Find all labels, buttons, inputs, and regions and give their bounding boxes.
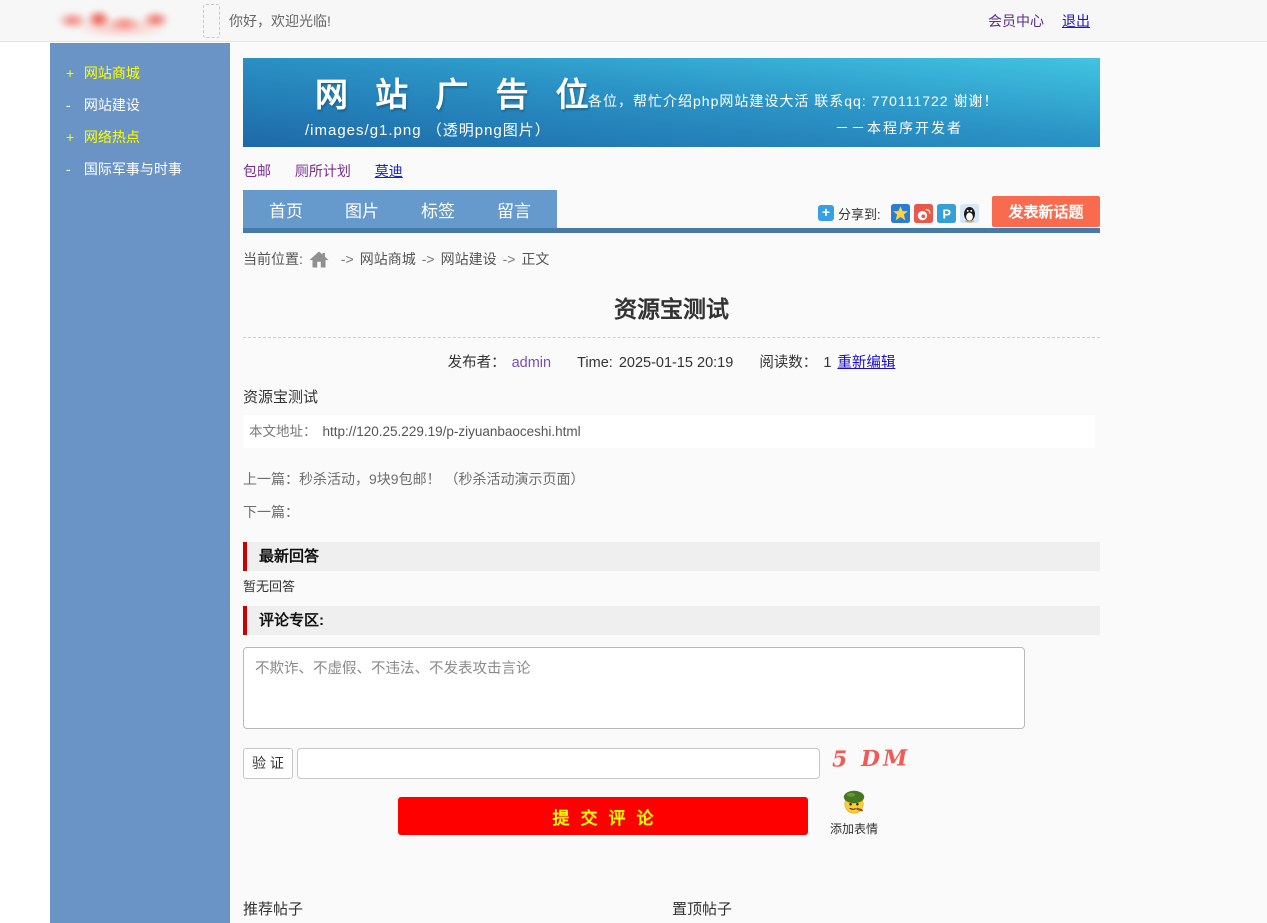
prev-post-link[interactable]: 秒杀活动，9块9包邮！ （秒杀活动演示页面） xyxy=(299,471,584,487)
welcome-text: 你好，欢迎光临! xyxy=(229,0,331,42)
ad-banner-subtitle: /images/g1.png （透明png图片） xyxy=(305,119,551,140)
tag-link-cesuojihua[interactable]: 厕所计划 xyxy=(295,163,351,179)
site-logo-redacted xyxy=(57,7,187,37)
breadcrumb-separator: -> xyxy=(503,251,516,267)
time-value: 2025-01-15 20:19 xyxy=(619,355,734,371)
article-url-label: 本文地址： xyxy=(249,424,317,439)
re-edit-link[interactable]: 重新编辑 xyxy=(837,355,895,371)
comment-zone-header: 评论专区: xyxy=(243,606,1100,635)
ad-banner-message: 各位，帮忙介绍php网站建设大活 联系qq: 770111722 谢谢！ xyxy=(588,91,999,111)
ad-banner-title: 网 站 广 告 位 xyxy=(315,68,598,116)
article-content: 资源宝测试 xyxy=(243,386,318,407)
page-title: 资源宝测试 xyxy=(243,290,1100,324)
breadcrumb-separator: -> xyxy=(422,251,435,267)
weibo-icon[interactable] xyxy=(914,204,933,223)
article-meta: 发布者： admin Time: 2025-01-15 20:19 阅读数： 1 重新编辑 xyxy=(243,351,1100,372)
ad-banner[interactable]: 网 站 广 告 位 /images/g1.png （透明png图片） 各位，帮忙… xyxy=(243,58,1100,147)
add-emoji-control[interactable]: 添加表情 xyxy=(824,789,884,837)
breadcrumb: 当前位置: -> 网站商城 -> 网站建设 -> 正文 xyxy=(243,249,549,269)
tab-images[interactable]: 图片 xyxy=(345,197,379,222)
nav-underline-bar xyxy=(243,228,1100,233)
captcha-image-text[interactable]: 5 DM xyxy=(832,745,911,772)
qzone-icon[interactable] xyxy=(891,204,910,223)
next-post-row: 下一篇： xyxy=(243,502,299,522)
ad-banner-signature: －－本程序开发者 xyxy=(835,118,963,138)
sidebar-item-shop[interactable]: + 网站商城 xyxy=(50,57,230,89)
tag-link-baoyou[interactable]: 包邮 xyxy=(243,163,271,179)
page: 你好，欢迎光临! 会员中心 退出 + 网站商城 - 网站建设 + 网络热点 - 国… xyxy=(0,0,1267,923)
collapse-minus-icon: - xyxy=(66,89,80,121)
next-post-label: 下一篇： xyxy=(243,504,299,520)
sidebar-item-webdev[interactable]: - 网站建设 xyxy=(50,89,230,121)
expand-plus-icon: + xyxy=(66,121,80,153)
captcha-input[interactable] xyxy=(297,748,820,779)
tab-tags[interactable]: 标签 xyxy=(421,197,455,222)
submit-comment-button[interactable]: 提交评论 xyxy=(398,797,808,835)
collapse-minus-icon: - xyxy=(66,153,80,185)
tab-home[interactable]: 首页 xyxy=(269,197,303,222)
expand-plus-icon: + xyxy=(66,57,80,89)
breadcrumb-item-current: 正文 xyxy=(521,249,549,269)
sidebar-item-label: 网站建设 xyxy=(84,97,140,113)
sidebar-item-label: 网站商城 xyxy=(84,65,140,81)
qq-icon[interactable] xyxy=(960,204,979,223)
prev-post-label: 上一篇： xyxy=(243,471,299,487)
views-value: 1 xyxy=(823,355,831,371)
breadcrumb-item-shop[interactable]: 网站商城 xyxy=(360,249,416,269)
sidebar-item-label: 网络热点 xyxy=(84,129,140,145)
new-topic-button[interactable]: 发表新话题 xyxy=(992,196,1100,227)
tag-link-modi[interactable]: 莫迪 xyxy=(375,163,403,179)
comment-textarea[interactable] xyxy=(243,647,1025,729)
publisher-link[interactable]: admin xyxy=(512,355,552,371)
time-label: Time: xyxy=(577,355,613,371)
sidebar-item-hotspots[interactable]: + 网络热点 xyxy=(50,121,230,153)
breadcrumb-label: 当前位置: xyxy=(243,249,303,269)
pinned-posts-heading: 置顶帖子 xyxy=(672,898,732,919)
recommended-posts-heading: 推荐帖子 xyxy=(243,898,303,919)
topbar-links: 会员中心 退出 xyxy=(988,0,1090,42)
tab-messages[interactable]: 留言 xyxy=(497,197,531,222)
top-bar: 你好，欢迎光临! 会员中心 退出 xyxy=(0,0,1267,42)
pengyou-icon[interactable]: P xyxy=(937,204,956,223)
logout-link[interactable]: 退出 xyxy=(1062,13,1090,29)
share-plus-icon[interactable]: + xyxy=(818,205,834,221)
article-url-bar: 本文地址： http://120.25.229.19/p-ziyuanbaoces… xyxy=(243,415,1095,448)
views-label: 阅读数： xyxy=(759,355,817,371)
sidebar-menu: + 网站商城 - 网站建设 + 网络热点 - 国际军事与时事 xyxy=(50,43,230,923)
sidebar-item-label: 国际军事与时事 xyxy=(84,161,182,177)
prev-post-row: 上一篇：秒杀活动，9块9包邮！ （秒杀活动演示页面） xyxy=(243,469,584,489)
captcha-label: 验 证 xyxy=(243,748,293,779)
dashed-divider xyxy=(243,337,1100,338)
share-widget: + 分享到: P xyxy=(818,203,983,223)
publisher-label: 发布者： xyxy=(448,355,506,371)
home-icon[interactable] xyxy=(309,251,329,268)
svg-text:P: P xyxy=(942,207,951,221)
breadcrumb-item-webdev[interactable]: 网站建设 xyxy=(441,249,497,269)
tag-links: 包邮 厕所计划 莫迪 xyxy=(243,161,423,181)
article-url: http://120.25.229.19/p-ziyuanbaoceshi.ht… xyxy=(323,424,581,439)
latest-answers-header: 最新回答 xyxy=(243,542,1100,571)
logo-dashed-placeholder xyxy=(203,4,220,38)
breadcrumb-separator: -> xyxy=(341,251,354,267)
share-label: 分享到: xyxy=(838,204,881,223)
nav-tab-bar: 首页 图片 标签 留言 xyxy=(243,190,557,228)
emoji-smiley-helmet-icon xyxy=(841,789,867,815)
no-answers-text: 暂无回答 xyxy=(243,576,295,595)
member-center-link[interactable]: 会员中心 xyxy=(988,13,1044,29)
sidebar-item-military-news[interactable]: - 国际军事与时事 xyxy=(50,153,230,185)
add-emoji-label: 添加表情 xyxy=(824,820,884,837)
